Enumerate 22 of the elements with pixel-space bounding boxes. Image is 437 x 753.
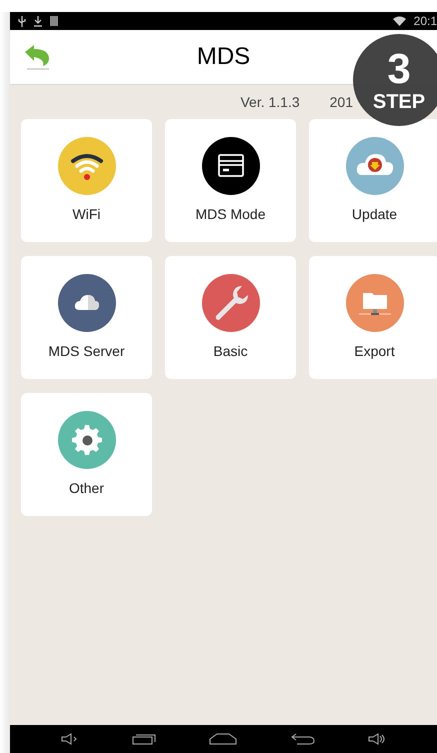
usb-icon (18, 16, 26, 26)
home-icon[interactable] (209, 733, 238, 745)
recent-apps-icon[interactable] (132, 733, 156, 745)
page-title: MDS (196, 42, 250, 72)
settings-tile[interactable]: Export (309, 256, 437, 379)
back-icon[interactable] (290, 733, 315, 745)
step-number: 3 (387, 48, 411, 90)
step-label: STEP (372, 92, 426, 112)
settings-tile[interactable]: Update (309, 119, 437, 242)
settings-tile[interactable]: Basic (165, 256, 296, 379)
settings-tile[interactable]: WiFi (21, 119, 152, 242)
status-time: 20:1 (414, 15, 437, 27)
date-text: 201 (330, 93, 353, 112)
wifi-signal-icon (392, 16, 406, 26)
volume-up-icon[interactable] (368, 733, 386, 745)
settings-tile[interactable]: MDS Server (21, 256, 152, 379)
settings-tile[interactable]: Other (21, 393, 152, 516)
barcode-icon (50, 16, 59, 26)
volume-down-icon[interactable] (60, 733, 79, 745)
version-text: Ver. 1.1.3 (240, 93, 300, 112)
settings-tile[interactable]: MDS Mode (165, 119, 296, 242)
download-icon (34, 16, 42, 26)
